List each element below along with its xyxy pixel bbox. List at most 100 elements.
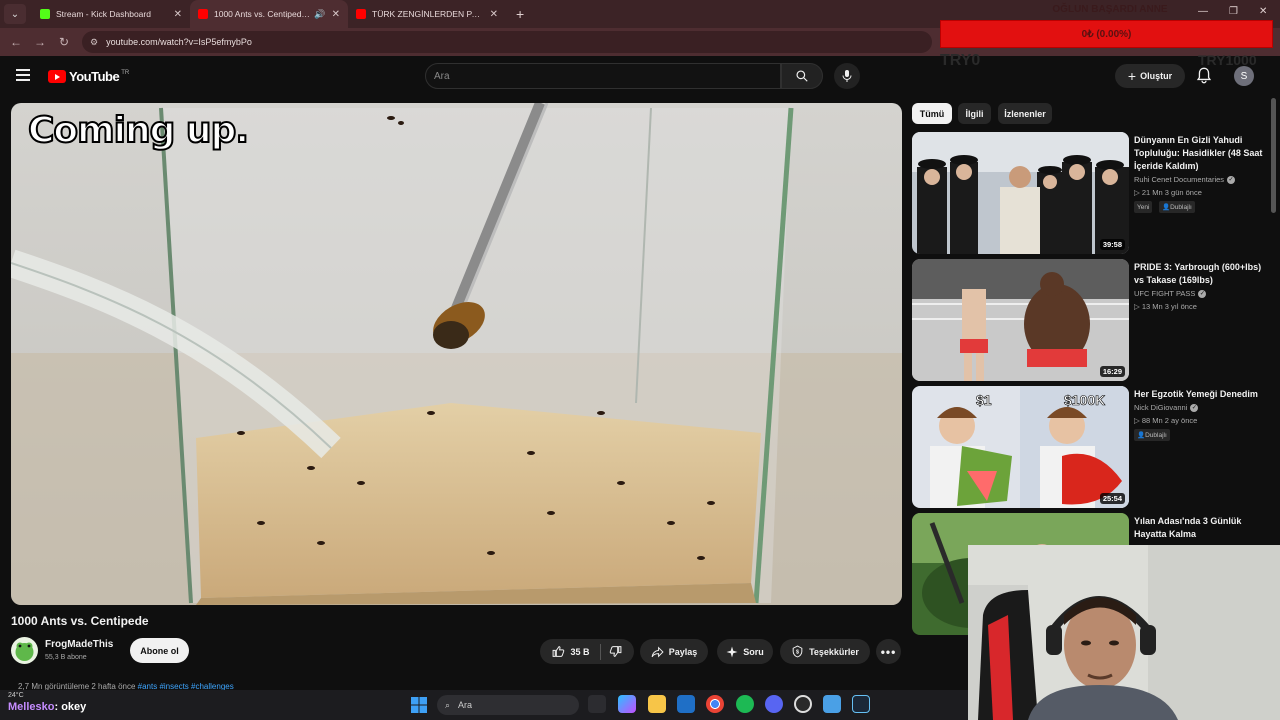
recommendation-item[interactable]: 39:58 Dünyanın En Gizli Yahudi Topluluğu…	[912, 132, 1272, 254]
verified-icon: ✓	[1198, 290, 1207, 299]
frog-avatar-icon	[11, 637, 38, 664]
notepad-icon[interactable]	[823, 695, 841, 713]
chip-watched[interactable]: İzlenenler	[998, 103, 1052, 124]
goal-end-label: TRY1000	[1198, 52, 1257, 68]
create-label: Oluştur	[1140, 71, 1173, 81]
recommendation-channel[interactable]: Nick DiGiovanni ✓	[1134, 403, 1199, 413]
dubbed-text: Dublajlı	[1170, 203, 1192, 211]
tab-label: 1000 Ants vs. Centipede - YouTube	[214, 9, 310, 19]
tab-search-button[interactable]: ⌄	[4, 4, 26, 24]
subscriber-count: 55,3 B abone	[45, 654, 87, 661]
file-explorer-icon[interactable]	[648, 695, 666, 713]
thumbnail-image: $1 $100K	[912, 386, 1129, 508]
like-count[interactable]: 35 B	[570, 647, 589, 657]
recommendation-item[interactable]: $1 $100K 25:54 Her Egzotik Yemeği Denedi…	[912, 386, 1272, 508]
youtube-favicon-icon	[198, 9, 208, 19]
forward-arrow-icon[interactable]: →	[28, 35, 52, 49]
youtube-logo[interactable]: YouTube TR	[48, 69, 129, 84]
spotify-icon[interactable]	[736, 695, 754, 713]
video-thumbnail[interactable]: $1 $100K 25:54	[912, 386, 1129, 508]
task-view-icon[interactable]	[588, 695, 606, 713]
search-button[interactable]	[781, 63, 823, 89]
thanks-button[interactable]: $ Teşekkürler	[780, 639, 870, 664]
channel-name[interactable]: FrogMadeThis	[45, 639, 113, 650]
weather-widget[interactable]: 24°C	[8, 692, 24, 699]
meta-text: 13 Mn 3 yıl önce	[1141, 302, 1197, 311]
maximize-icon[interactable]: ❐	[1229, 6, 1238, 17]
notifications-button[interactable]	[1196, 67, 1212, 89]
thumbs-down-icon[interactable]	[609, 645, 622, 658]
site-info-icon[interactable]: ⚙	[90, 37, 98, 48]
close-window-icon[interactable]: ✕	[1259, 6, 1267, 17]
create-button[interactable]: + Oluştur	[1115, 64, 1185, 88]
steam-icon[interactable]	[852, 695, 870, 713]
bell-icon	[1196, 67, 1212, 84]
new-badge: Yeni	[1134, 201, 1153, 213]
ask-button[interactable]: Soru	[717, 639, 773, 664]
close-icon[interactable]: ✕	[332, 9, 340, 20]
discord-icon[interactable]	[765, 695, 783, 713]
video-thumbnail[interactable]: 16:29	[912, 259, 1129, 381]
video-thumbnail[interactable]: 39:58	[912, 132, 1129, 254]
address-bar[interactable]: ⚙ youtube.com/watch?v=IsP5efmybPo	[82, 31, 932, 53]
video-player[interactable]	[11, 103, 902, 605]
kick-favicon-icon	[40, 9, 50, 19]
chrome-icon[interactable]	[706, 695, 724, 713]
speaker-icon[interactable]: 🔊	[314, 9, 325, 20]
recommendation-channel[interactable]: Ruhi Cenet Documentaries ✓	[1134, 175, 1236, 185]
tab-turk-video[interactable]: TÜRK ZENGİNLERDEN PARA DİLENMEK ✕	[348, 0, 506, 28]
search-box[interactable]	[425, 63, 781, 89]
channel-text: Ruhi Cenet Documentaries	[1134, 175, 1225, 184]
chip-related[interactable]: İlgili	[958, 103, 991, 124]
webcam-overlay	[968, 545, 1280, 720]
account-avatar[interactable]: S	[1234, 66, 1254, 86]
channel-avatar[interactable]	[11, 637, 38, 664]
recommendation-item[interactable]: 16:29 PRIDE 3: Yarbrough (600+lbs) vs Ta…	[912, 259, 1272, 381]
share-label: Paylaş	[668, 646, 698, 657]
subscribe-button[interactable]: Abone ol	[130, 638, 189, 663]
recommendation-channel[interactable]: UFC FIGHT PASS ✓	[1134, 289, 1207, 299]
goal-start-label: TRY0	[940, 52, 981, 69]
dubbed-badge: 👤 Dublajlı	[1159, 201, 1195, 213]
copilot-icon[interactable]	[618, 695, 636, 713]
back-arrow-icon[interactable]: ←	[4, 35, 28, 49]
close-icon[interactable]: ✕	[174, 9, 182, 20]
recommendation-title[interactable]: Her Egzotik Yemeği Denedim	[1134, 388, 1269, 401]
youtube-play-icon	[48, 70, 66, 83]
obs-icon[interactable]	[794, 695, 812, 713]
recommendation-title[interactable]: Yılan Adası'nda 3 Günlük Hayatta Kalma	[1134, 515, 1269, 541]
reload-icon[interactable]: ↻	[52, 35, 76, 49]
recommendation-title[interactable]: Dünyanın En Gizli Yahudi Topluluğu: Hasi…	[1134, 134, 1269, 173]
new-tab-plus-icon[interactable]: +	[516, 6, 524, 22]
recommendation-meta: ▷ 13 Mn 3 yıl önce	[1134, 302, 1197, 311]
sparkle-icon	[726, 646, 738, 657]
thumb-text-right: $100K	[1064, 392, 1105, 408]
sidebar-scrollbar[interactable]	[1271, 98, 1276, 213]
donation-goal-title: OĞLUN BAŞARDI ANNE	[1052, 4, 1168, 15]
recommendation-title[interactable]: PRIDE 3: Yarbrough (600+lbs) vs Takase (…	[1134, 261, 1269, 287]
super-thanks-icon: $	[792, 645, 803, 658]
taskbar-search[interactable]: ⌕ Ara	[437, 695, 579, 715]
close-icon[interactable]: ✕	[490, 9, 498, 20]
video-caption-overlay: Coming up.	[27, 109, 250, 152]
chip-all[interactable]: Tümü	[912, 103, 952, 124]
menu-icon[interactable]	[16, 69, 30, 84]
store-icon[interactable]	[677, 695, 695, 713]
thumbnail-image	[912, 259, 1129, 381]
tab-youtube-video[interactable]: 1000 Ants vs. Centipede - YouTube 🔊 ✕	[190, 0, 348, 28]
channel-text: UFC FIGHT PASS	[1134, 289, 1196, 298]
more-actions-button[interactable]: •••	[876, 639, 901, 664]
thumbs-up-icon[interactable]	[552, 645, 565, 658]
streamer-camera-image	[968, 545, 1280, 720]
divider	[599, 643, 601, 660]
channel-text: Nick DiGiovanni	[1134, 403, 1188, 412]
windows-start-icon[interactable]	[411, 697, 427, 718]
share-button[interactable]: Paylaş	[640, 639, 708, 664]
voice-search-button[interactable]	[834, 63, 860, 89]
search-input[interactable]	[434, 70, 780, 82]
tab-label: Stream - Kick Dashboard	[56, 9, 151, 19]
taskbar-search-label: Ara	[458, 700, 473, 710]
dubbed-text: Dublajlı	[1145, 431, 1167, 439]
tab-kick-dashboard[interactable]: Stream - Kick Dashboard ✕	[32, 0, 190, 28]
more-horizontal-icon: •••	[880, 644, 897, 659]
